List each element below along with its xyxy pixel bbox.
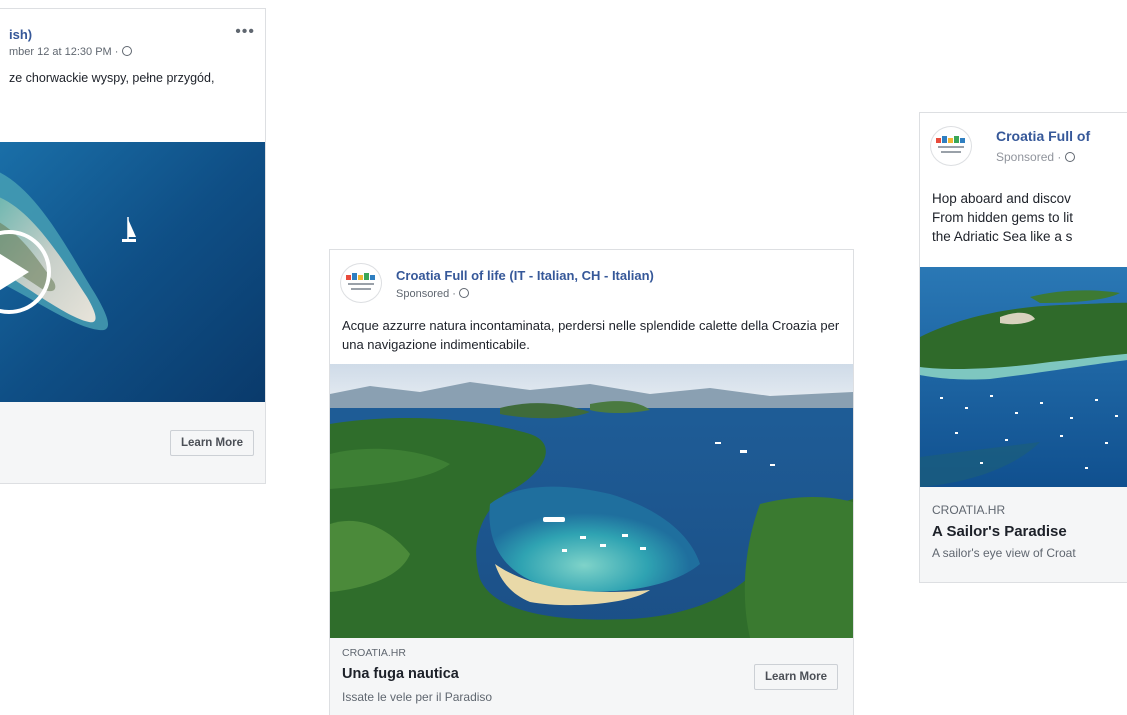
- ad-card-italian: Croatia Full of life (IT - Italian, CH -…: [329, 249, 854, 715]
- post-text-line: the Adriatic Sea like a s: [932, 229, 1073, 244]
- sponsored-label: Sponsored ·: [396, 288, 456, 300]
- ad-video[interactable]: [0, 142, 265, 402]
- page-logo[interactable]: [340, 263, 382, 303]
- globe-icon: [121, 46, 132, 56]
- page-name-link[interactable]: ish): [9, 27, 32, 42]
- link-domain: CROATIA.HR: [342, 647, 406, 659]
- post-text: Hop aboard and discov From hidden gems t…: [932, 189, 1127, 246]
- more-options-icon[interactable]: •••: [235, 23, 255, 41]
- island-aerial-image: [0, 142, 265, 402]
- post-text-line: From hidden gems to lit: [932, 210, 1074, 225]
- globe-icon: [1064, 152, 1075, 162]
- page-name-link[interactable]: Croatia Full of life (IT - Italian, CH -…: [396, 268, 654, 283]
- link-description: A sailor's eye view of Croat: [932, 546, 1076, 560]
- ad-footer: Learn More: [0, 402, 265, 483]
- sponsored-label: Sponsored ·: [996, 150, 1062, 164]
- post-text: Acque azzurre natura incontaminata, perd…: [342, 318, 840, 352]
- page-name-link[interactable]: Croatia Full of: [996, 128, 1090, 144]
- croatia-logo-icon: [346, 273, 375, 290]
- post-text-line: Hop aboard and discov: [932, 191, 1071, 206]
- learn-more-button[interactable]: Learn More: [754, 664, 838, 690]
- learn-more-button[interactable]: Learn More: [170, 430, 254, 456]
- page-logo[interactable]: [930, 126, 972, 166]
- link-description: Issate le vele per il Paradiso: [342, 690, 493, 704]
- ad-footer: CROATIA.HR Una fuga nautica Issate le ve…: [330, 638, 853, 715]
- link-domain: CROATIA.HR: [932, 503, 1006, 517]
- post-text: ze chorwackie wyspy, pełne przygód,: [9, 71, 215, 85]
- ad-image[interactable]: [330, 364, 853, 638]
- link-headline[interactable]: Una fuga nautica: [342, 666, 459, 682]
- islands-aerial-image: [920, 267, 1127, 487]
- post-meta: Sponsored ·: [996, 150, 1075, 164]
- bay-aerial-image: [330, 364, 853, 638]
- post-timestamp: mber 12 at 12:30 PM ·: [9, 46, 119, 58]
- link-headline[interactable]: A Sailor's Paradise: [932, 523, 1067, 540]
- post-meta: mber 12 at 12:30 PM ·: [9, 46, 132, 58]
- globe-icon: [459, 288, 469, 298]
- ad-card-english: Croatia Full of Sponsored · Hop aboard a…: [919, 112, 1127, 583]
- ad-image[interactable]: [920, 267, 1127, 487]
- ad-card-polish: ish) ••• mber 12 at 12:30 PM · ze chorwa…: [0, 8, 266, 484]
- post-meta: Sponsored ·: [396, 288, 469, 300]
- croatia-logo-icon: [936, 136, 965, 153]
- ad-footer: CROATIA.HR A Sailor's Paradise A sailor'…: [920, 487, 1127, 582]
